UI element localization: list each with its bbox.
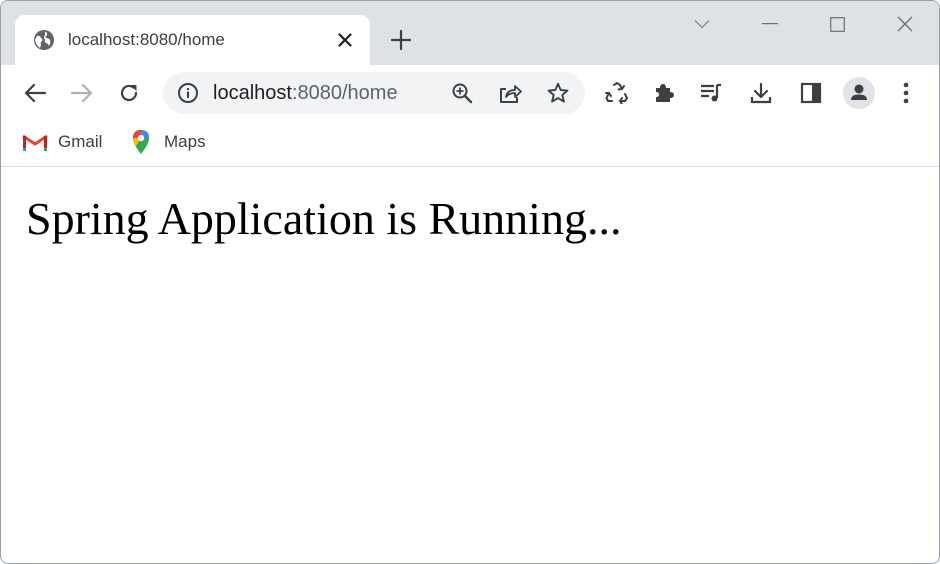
close-window-button[interactable] [885,9,925,39]
browser-window: localhost:8080/home localhost:8080/home … [0,0,940,564]
page-heading: Spring Application is Running... [26,193,622,244]
close-icon [897,16,913,32]
maximize-icon [829,16,845,32]
download-icon [750,82,772,104]
bookmarks-bar: Gmail Maps [1,121,939,167]
zoom-button[interactable] [448,79,476,107]
maps-icon [128,130,154,154]
info-icon[interactable] [177,82,199,104]
url-path: :8080/home [291,82,398,104]
url-host: localhost [213,82,292,104]
avatar-icon [843,77,875,109]
minimize-icon [762,23,778,25]
side-panel-button[interactable] [793,75,829,111]
queue-music-icon [699,83,723,103]
tab-search-button[interactable] [682,9,722,39]
close-tab-button[interactable] [333,28,357,52]
arrow-left-icon [24,83,46,103]
tab-active[interactable]: localhost:8080/home [15,15,370,67]
maximize-button[interactable] [817,9,857,39]
url-text[interactable]: localhost:8080/home [213,81,398,105]
zoom-in-icon [451,82,473,104]
side-panel-icon [800,82,822,104]
toolbar: localhost:8080/home [1,65,939,121]
reload-button[interactable] [111,75,147,111]
bookmark-star-button[interactable] [544,79,572,107]
reload-icon [118,82,140,104]
minimize-button[interactable] [750,9,790,39]
tab-strip: localhost:8080/home [1,1,939,67]
extension-recycle-button[interactable] [599,75,635,111]
new-tab-button[interactable] [387,26,415,54]
bookmark-label: Gmail [58,132,103,151]
forward-button[interactable] [64,75,100,111]
plus-icon [391,30,411,50]
star-icon [547,82,569,104]
media-control-button[interactable] [693,75,729,111]
arrow-right-icon [71,83,93,103]
downloads-button[interactable] [743,75,779,111]
address-bar[interactable]: localhost:8080/home [163,72,585,114]
chevron-down-icon [694,19,710,29]
recycle-icon [605,82,629,104]
gmail-icon [22,131,48,153]
profile-button[interactable] [841,75,877,111]
puzzle-icon [653,82,675,104]
share-button[interactable] [496,79,524,107]
kebab-menu-icon [903,82,909,104]
extensions-button[interactable] [646,75,682,111]
back-button[interactable] [17,75,53,111]
bookmark-label: Maps [164,132,206,151]
bookmark-maps[interactable]: Maps [128,127,206,157]
bookmark-gmail[interactable]: Gmail [22,127,102,157]
share-icon [498,82,522,104]
tab-title: localhost:8080/home [68,30,225,49]
close-icon [338,33,352,47]
menu-button[interactable] [888,75,924,111]
page-content: Spring Application is Running... [1,167,939,563]
globe-icon [33,29,55,51]
